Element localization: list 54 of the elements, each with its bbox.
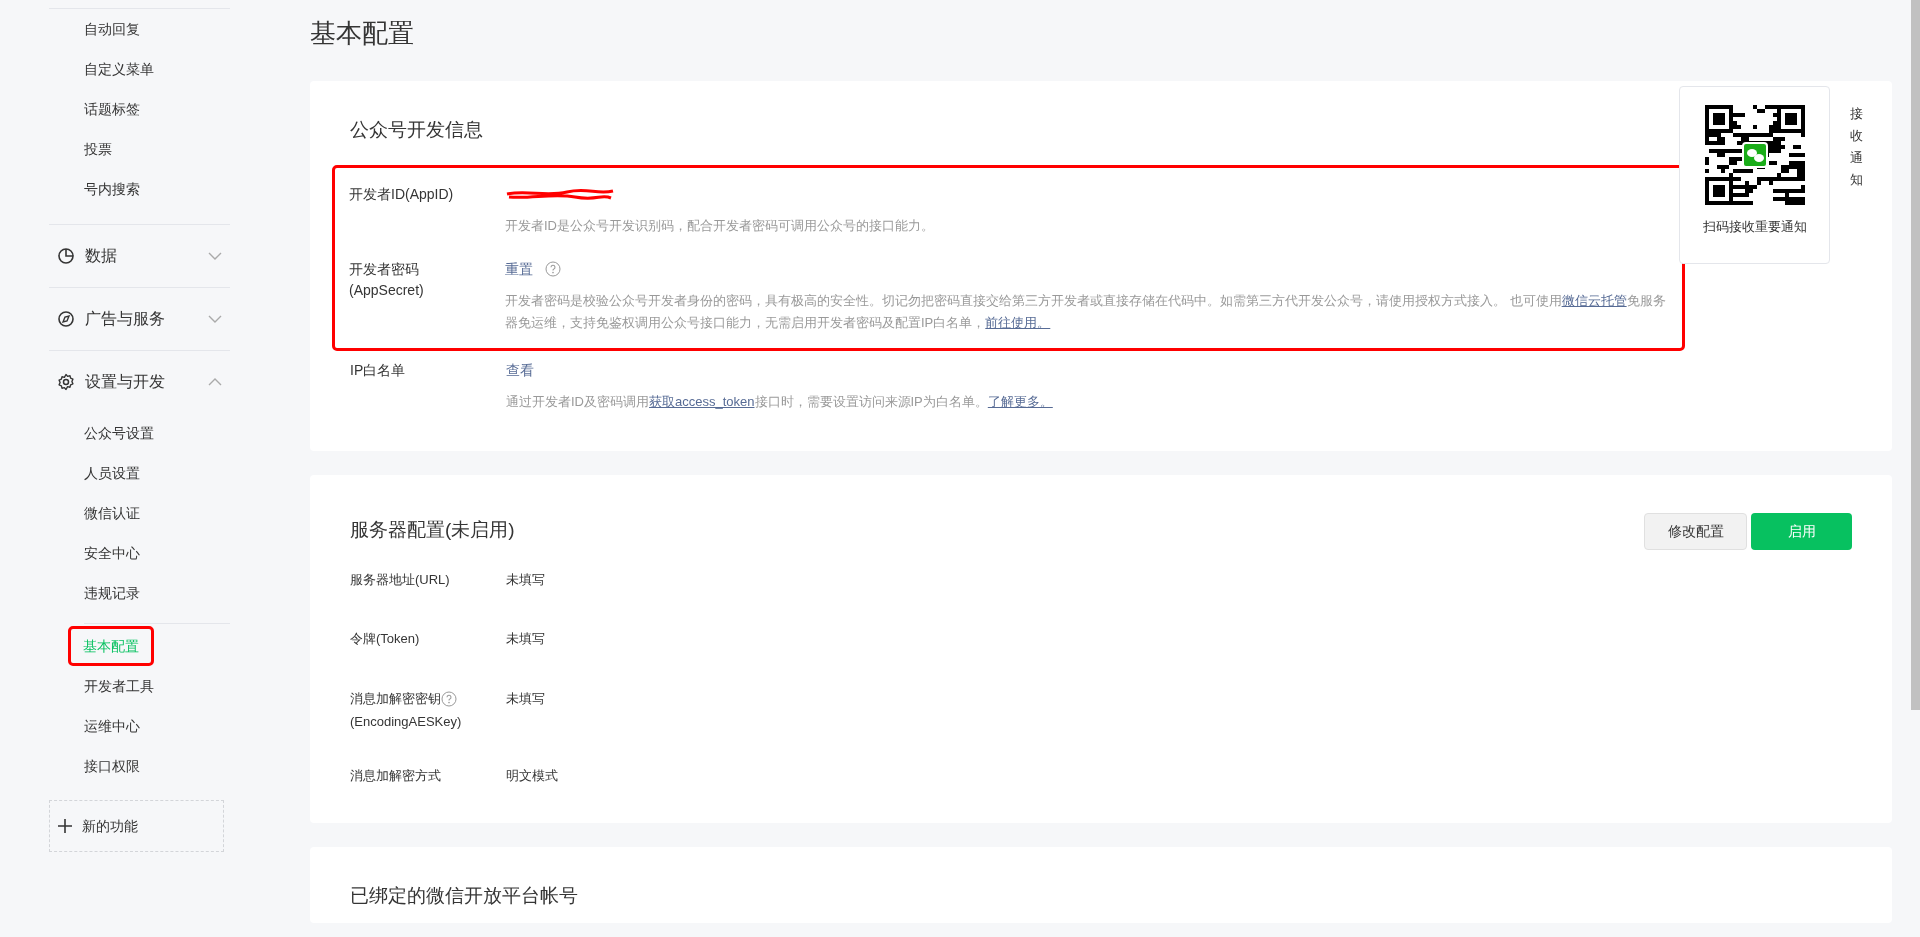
sidebar-item[interactable]: 接口权限 xyxy=(49,746,140,786)
card-title: 已绑定的微信开放平台帐号 xyxy=(350,885,579,909)
plus-icon xyxy=(58,819,72,833)
sidebar-item[interactable]: 运维中心 xyxy=(49,706,140,746)
sidebar-item[interactable]: 微信认证 xyxy=(49,493,140,533)
field-value: 未填写 xyxy=(506,571,545,589)
chevron-up-icon xyxy=(208,378,222,386)
chart-icon xyxy=(57,247,75,265)
edit-button[interactable]: 修改配置 xyxy=(1644,513,1747,550)
link[interactable]: 微信云托管 xyxy=(1561,293,1627,308)
sidebar-item[interactable]: 投票 xyxy=(49,129,112,169)
qr-caption: 扫码接收重要通知 xyxy=(1702,218,1807,236)
field-label: 消息加解密密钥 xyxy=(350,690,441,708)
field-value: 明文模式 xyxy=(506,767,558,785)
page-title: 基本配置 xyxy=(310,18,415,50)
card-title: 服务器配置(未启用) xyxy=(350,519,515,542)
sidebar-item[interactable]: 违规记录 xyxy=(49,573,140,613)
sidebar-item[interactable]: 人员设置 xyxy=(49,453,140,493)
sidebar-section[interactable]: 数据 xyxy=(49,225,230,287)
scrollbar[interactable] xyxy=(1911,0,1920,710)
field-label: 开发者密码(AppSecret) xyxy=(349,260,425,300)
field-label: 令牌(Token) xyxy=(350,630,420,649)
sidebar-item[interactable]: 公众号设置 xyxy=(49,413,154,453)
link[interactable]: 获取access_token xyxy=(649,394,755,409)
action-link[interactable]: 重置 xyxy=(505,259,533,280)
action-link[interactable]: 查看 xyxy=(506,360,534,381)
sidebar-item[interactable]: 开发者工具 xyxy=(49,666,154,706)
sidebar-item[interactable]: 安全中心 xyxy=(49,533,140,573)
help-icon xyxy=(441,690,457,707)
chevron-down-icon xyxy=(208,315,222,323)
description: 开发者ID是公众号开发识别码，配合开发者密码可调用公众号的接口能力。 xyxy=(505,217,934,235)
sidebar-section[interactable]: 设置与开发 xyxy=(49,351,230,413)
field-label: IP白名单 xyxy=(350,361,407,380)
link[interactable]: 了解更多。 xyxy=(987,394,1053,409)
chevron-down-icon xyxy=(208,252,222,260)
sidebar-item[interactable]: 自定义菜单 xyxy=(49,49,154,89)
description: 开发者密码是校验公众号开发者身份的密码，具有极高的安全性。切记勿把密码直接交给第三方开发者或直接存储在代码中。如需第三方代开发公众号，请使用授权方式接入。 也可使用微信云托管免服务器免运维，支持免鉴权调用公众号接口能力，无需启用开发者密码及配置IP白名单，前往使用。 xyxy=(505,292,1667,332)
sidebar-item[interactable]: 自动回复 xyxy=(49,9,140,49)
sidebar-section[interactable]: 广告与服务 xyxy=(49,288,230,350)
description: 通过开发者ID及密码调用获取access_token接口时，需要设置访问来源IP为白名单。了解更多。 xyxy=(506,393,1053,411)
field-label: (EncodingAESKey) xyxy=(350,713,463,732)
sidebar-item[interactable]: 号内搜索 xyxy=(49,169,140,209)
gear-icon xyxy=(57,373,75,391)
sidebar-item[interactable]: 话题标签 xyxy=(49,89,140,129)
link[interactable]: 前往使用。 xyxy=(985,315,1051,330)
card-title: 公众号开发信息 xyxy=(350,119,484,142)
field-label: 服务器地址(URL) xyxy=(350,571,450,589)
field-value: 未填写 xyxy=(506,630,545,649)
field-label: 消息加解密方式 xyxy=(350,767,441,785)
compass-icon xyxy=(57,310,75,328)
new-feature-button[interactable]: 新的功能 xyxy=(49,800,224,852)
field-label: 开发者ID(AppID) xyxy=(349,185,455,204)
field-value: 未填写 xyxy=(506,690,545,708)
help-icon xyxy=(544,261,561,277)
